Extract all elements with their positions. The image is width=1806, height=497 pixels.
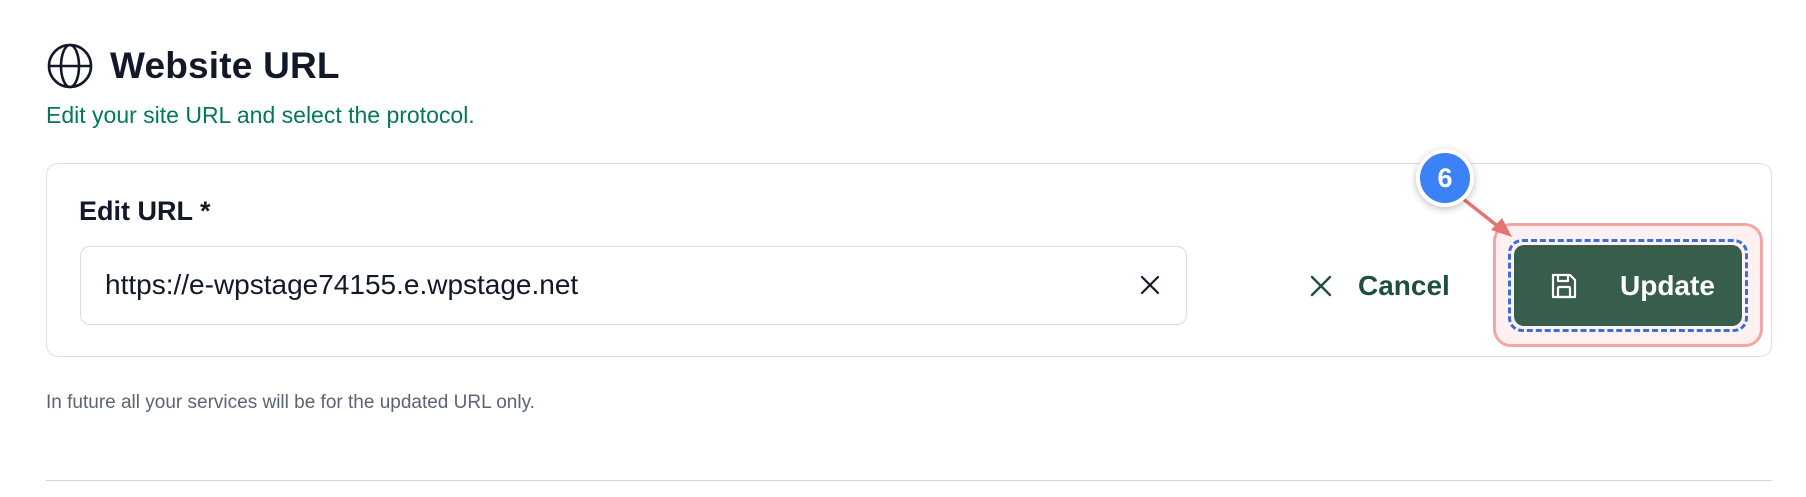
globe-icon <box>47 43 93 89</box>
clear-input-button[interactable] <box>1132 267 1168 303</box>
cancel-button[interactable]: Cancel <box>1306 258 1450 314</box>
page-subtitle: Edit your site URL and select the protoc… <box>46 102 475 128</box>
update-button[interactable]: Update <box>1514 245 1742 326</box>
step-number-badge: 6 <box>1416 149 1474 207</box>
section-header: Website URL <box>46 42 340 90</box>
close-icon <box>1310 275 1332 297</box>
update-button-label: Update <box>1620 269 1715 301</box>
website-url-section: Website URL Edit your site URL and selec… <box>0 0 1806 497</box>
section-divider <box>46 480 1772 481</box>
edit-url-label: Edit URL * <box>79 196 211 226</box>
close-icon <box>1140 275 1160 295</box>
save-icon <box>1551 273 1577 298</box>
helper-note: In future all your services will be for … <box>46 392 535 413</box>
url-input[interactable] <box>105 247 1105 323</box>
cancel-button-label: Cancel <box>1358 270 1450 301</box>
url-input-container <box>80 246 1187 325</box>
page-title: Website URL <box>110 45 340 86</box>
